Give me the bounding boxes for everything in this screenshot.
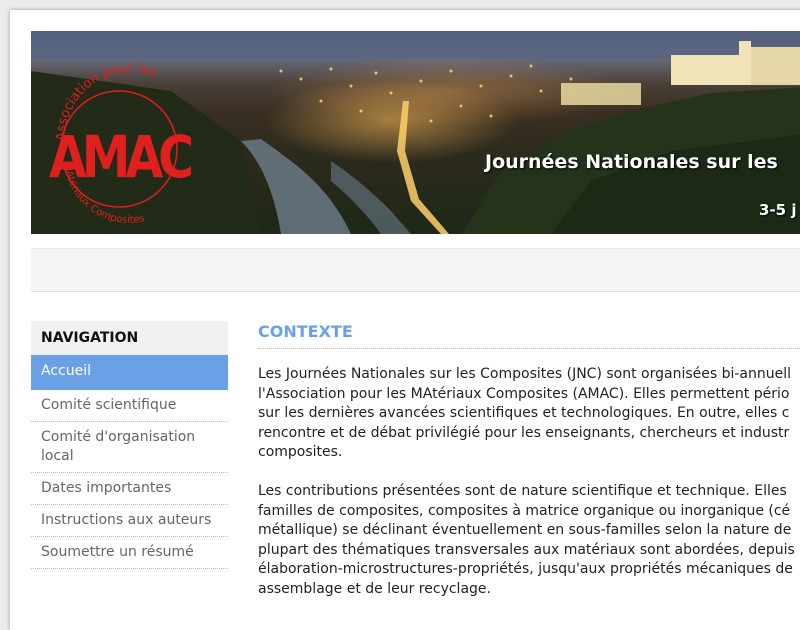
- page-container: Association pour les MAtériaux Composite…: [10, 10, 800, 630]
- sidebar-item-instructions-auteurs[interactable]: Instructions aux auteurs: [31, 505, 228, 537]
- sidebar-item-comite-scientifique[interactable]: Comité scientifique: [31, 390, 228, 422]
- banner-dates: 3-5 j: [759, 201, 797, 219]
- text-line: métallique) se déclinant éventuellement …: [258, 522, 792, 539]
- text-line: rencontre et de débat privilégié pour le…: [258, 424, 790, 441]
- banner-title: Journées Nationales sur les: [485, 151, 778, 173]
- top-menu-bar: [31, 248, 800, 292]
- text-line: composites.: [258, 444, 343, 461]
- text-line: Les contributions présentées sont de nat…: [258, 482, 787, 499]
- logo-acronym: AMAC: [49, 123, 191, 191]
- text-line: sur les dernières avancées scientifiques…: [258, 405, 790, 422]
- sidebar-item-accueil[interactable]: Accueil: [31, 355, 228, 390]
- main-content: CONTEXTE Les Journées Nationales sur les…: [258, 321, 800, 600]
- text-line: assemblage et de leur recyclage.: [258, 580, 491, 597]
- header-banner: Association pour les MAtériaux Composite…: [31, 31, 800, 234]
- sidebar-navigation: NAVIGATION Accueil Comité scientifique C…: [31, 321, 228, 569]
- sidebar-item-soumettre-resume[interactable]: Soumettre un résumé: [31, 537, 228, 569]
- page-title: CONTEXTE: [258, 321, 800, 349]
- paragraph-intro: Les Journées Nationales sur les Composit…: [258, 365, 800, 463]
- sidebar-item-dates-importantes[interactable]: Dates importantes: [31, 473, 228, 505]
- text-line: familles de composites, composites à mat…: [258, 502, 791, 519]
- sidebar-item-comite-organisation-local[interactable]: Comité d'organisation local: [31, 422, 228, 473]
- text-line: Les Journées Nationales sur les Composit…: [258, 366, 792, 382]
- paragraph-contributions: Les contributions présentées sont de nat…: [258, 482, 800, 600]
- navigation-header: NAVIGATION: [31, 321, 228, 355]
- banner-photo: Association pour les MAtériaux Composite…: [31, 31, 800, 234]
- text-line: l'Association pour les MAtériaux Composi…: [258, 385, 790, 402]
- text-line: plupart des thématiques transversales au…: [258, 541, 795, 558]
- text-line: élaboration-microstructures-propriétés, …: [258, 561, 793, 578]
